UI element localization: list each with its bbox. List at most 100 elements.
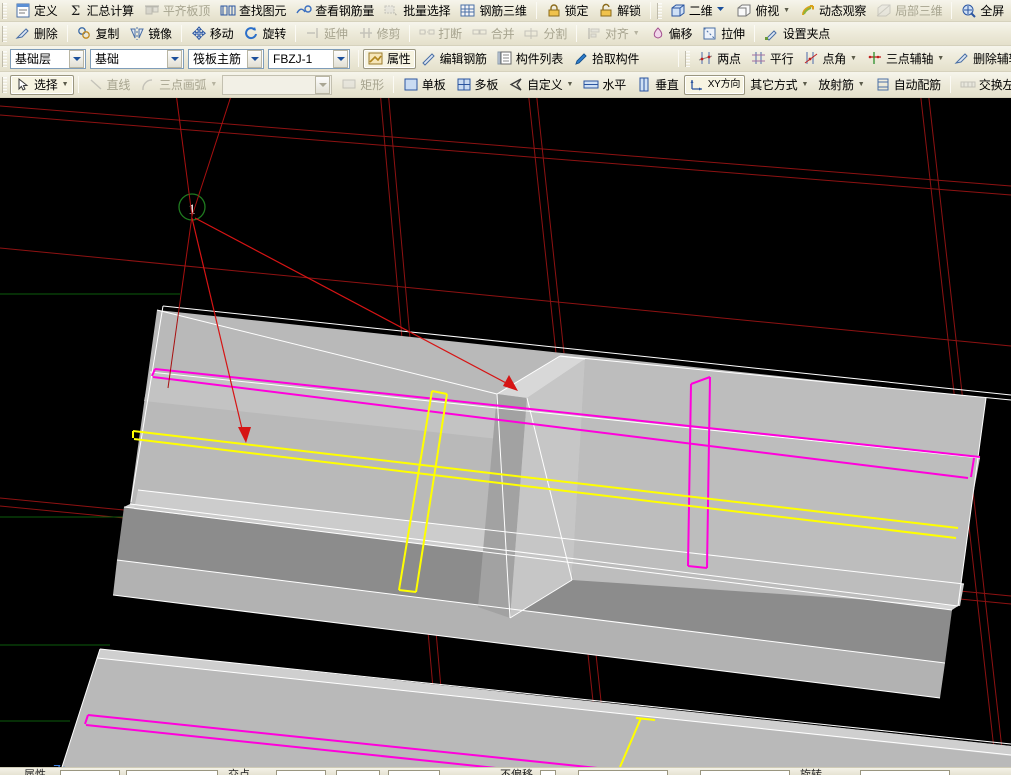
toolbar-button-mirror[interactable]: 镜像 (124, 24, 177, 44)
toolbar-button-split[interactable]: 分割 (519, 24, 572, 44)
toolbar-button-offset[interactable]: 偏移 (645, 24, 698, 44)
toolbar-button-delete-aux-axis[interactable]: 删除辅轴 (949, 49, 1011, 69)
chevron-down-icon[interactable] (247, 49, 262, 68)
toolbar-button-find-element[interactable]: 查找图元 (215, 1, 291, 21)
toolbar-button-three-point-arc[interactable]: 三点画弧 ▼ (135, 75, 222, 95)
toolbar-button-select[interactable]: 选择 ▼ (10, 74, 74, 95)
toolbar-button-single-slab[interactable]: 单板 (398, 75, 451, 95)
chevron-down-icon[interactable]: ▼ (566, 81, 574, 88)
toolbar-button-align-slab-top[interactable]: 平齐板顶 (139, 1, 215, 21)
toolbar-button-horizontal[interactable]: 水平 (578, 75, 631, 95)
toolbar-button-local-3d[interactable]: 局部三维 (871, 1, 947, 21)
chevron-down-icon[interactable]: ▼ (800, 81, 808, 88)
toolbar-button-lock[interactable]: 锁定 (541, 1, 594, 21)
toolbar-button-summary-calc[interactable]: Σ 汇总计算 (63, 1, 139, 21)
toolbar-button-rebar-3d[interactable]: 钢筋三维 (455, 1, 531, 21)
toolbar-button-edit-rebar[interactable]: 编辑钢筋 (416, 49, 492, 69)
status-checkbox-offset[interactable] (540, 770, 556, 775)
status-field-2[interactable] (126, 770, 218, 775)
toolbar-button-trim[interactable]: 修剪 (353, 24, 406, 44)
category-select[interactable]: 基础 (90, 48, 184, 69)
chevron-down-icon[interactable]: ▼ (857, 81, 865, 88)
toolbar-button-stretch[interactable]: 拉伸 (697, 24, 750, 44)
toolbar-button-three-point-aux-axis[interactable]: 三点辅轴 ▼ (862, 49, 949, 69)
chevron-down-icon[interactable]: ▼ (209, 81, 217, 88)
toolbar-button-unlock[interactable]: 解锁 (593, 1, 646, 21)
slab-rib-upstand[interactable] (478, 356, 986, 618)
toolbar-button-extend[interactable]: 延伸 (300, 24, 353, 44)
toolbar-button-fullscreen[interactable]: 全屏 (956, 1, 1009, 21)
toolbar-button-view-rebar-qty[interactable]: 查看钢筋量 (291, 1, 379, 21)
toolbar-grip[interactable] (2, 76, 7, 93)
model-3d-canvas[interactable]: 1 C (0, 98, 1011, 767)
toolbar-button-top-view[interactable]: 俯视 ▼ (731, 1, 795, 21)
chevron-down-icon[interactable] (715, 3, 726, 18)
toolbar-grip[interactable] (656, 2, 662, 19)
break-icon (419, 26, 435, 41)
toolbar-button-batch-select[interactable]: 批量选择 (379, 1, 455, 21)
toolbar-button-xy-direction[interactable]: XY方向 (683, 74, 746, 95)
toolbar-button-move[interactable]: 移动 (186, 24, 239, 44)
toolbar-button-swap-lr-label[interactable]: 交换左右标注 (955, 75, 1011, 95)
status-field-3[interactable] (276, 770, 326, 775)
toolbar-button-custom[interactable]: 自定义 ▼ (503, 75, 578, 95)
toolbar-grip[interactable] (685, 50, 691, 67)
toolbar-button-align-slab-top-label: 平齐板顶 (162, 3, 211, 18)
component-type-select[interactable]: 筏板主筋 (188, 48, 264, 69)
toolbar-button-properties[interactable]: 属性 (363, 48, 416, 69)
horizontal-icon (583, 77, 599, 92)
component-name-select[interactable]: FBZJ-1 (268, 48, 350, 69)
toolbar-button-two-point-axis[interactable]: 两点 (693, 49, 746, 69)
chevron-down-icon[interactable] (333, 49, 348, 68)
toolbar-button-rectangle[interactable]: 矩形 (336, 75, 389, 95)
toolbar-button-line[interactable]: 直线 (83, 75, 136, 95)
toolbar-button-copy[interactable]: 复制 (72, 24, 125, 44)
view-rebar-qty-icon (296, 3, 312, 18)
toolbar-button-vertical[interactable]: 垂直 (631, 75, 684, 95)
toolbar-button-point-angle-axis[interactable]: 点角 ▼ (798, 49, 862, 69)
toolbar-button-parallel-axis[interactable]: 平行 (746, 49, 799, 69)
status-field-6[interactable] (578, 770, 668, 775)
chevron-down-icon[interactable] (69, 49, 84, 68)
chevron-down-icon[interactable]: ▼ (782, 7, 790, 14)
toolbar-button-radial-rebar[interactable]: 放射筋 ▼ (813, 75, 869, 95)
toolbar-separator (535, 2, 537, 19)
svg-text:Σ: Σ (71, 4, 80, 18)
chevron-down-icon[interactable]: ▼ (849, 55, 857, 62)
status-field-8[interactable] (860, 770, 950, 775)
status-field-7[interactable] (700, 770, 790, 775)
toolbar-button-properties-label: 属性 (387, 51, 411, 66)
toolbar-grip[interactable] (2, 50, 7, 67)
toolbar-button-delete[interactable]: 删除 (10, 24, 63, 44)
chevron-down-icon[interactable]: ▼ (61, 81, 69, 88)
toolbar-button-align[interactable]: 对齐 ▼ (581, 24, 645, 44)
toolbar-button-break[interactable]: 打断 (414, 24, 467, 44)
status-field-4[interactable] (336, 770, 380, 775)
toolbar-button-auto-rebar[interactable]: 自动配筋 (870, 75, 946, 95)
toolbar-button-merge[interactable]: 合并 (467, 24, 520, 44)
chevron-down-icon[interactable]: ▼ (936, 55, 944, 62)
toolbar-button-define[interactable]: 定义 (10, 1, 63, 21)
toolbar-grip[interactable] (2, 2, 7, 19)
draw-mode-select[interactable] (222, 74, 333, 95)
chevron-down-icon[interactable] (167, 49, 182, 68)
floor-select[interactable]: 基础层 (10, 48, 86, 69)
status-bar: 属性 交点 不偏移 旋转 (0, 767, 1011, 775)
status-field-5[interactable] (388, 770, 440, 775)
toolbar-button-multi-slab[interactable]: 多板 (451, 75, 504, 95)
toolbar-grip[interactable] (2, 25, 7, 42)
toolbar-button-view-2d[interactable]: 二维 (665, 1, 732, 21)
properties-icon (368, 51, 384, 66)
toolbar-button-orbit[interactable]: 动态观察 (795, 1, 871, 21)
toolbar-button-pick-component[interactable]: 拾取构件 (568, 49, 644, 69)
toolbar-button-multi-slab-label: 多板 (474, 77, 499, 92)
chevron-down-icon[interactable]: ▼ (632, 30, 640, 37)
toolbar-button-rotate[interactable]: 旋转 (238, 24, 291, 44)
single-slab-icon (403, 77, 419, 92)
model-3d-viewport[interactable]: 1 C (0, 98, 1011, 767)
status-field-1[interactable] (60, 770, 120, 775)
toolbar-button-other-method[interactable]: 其它方式 ▼ (745, 75, 813, 95)
toolbar-button-component-list[interactable]: 构件列表 (492, 49, 568, 69)
chevron-down-icon[interactable] (315, 75, 331, 94)
toolbar-button-set-grip[interactable]: 设置夹点 (759, 24, 835, 44)
